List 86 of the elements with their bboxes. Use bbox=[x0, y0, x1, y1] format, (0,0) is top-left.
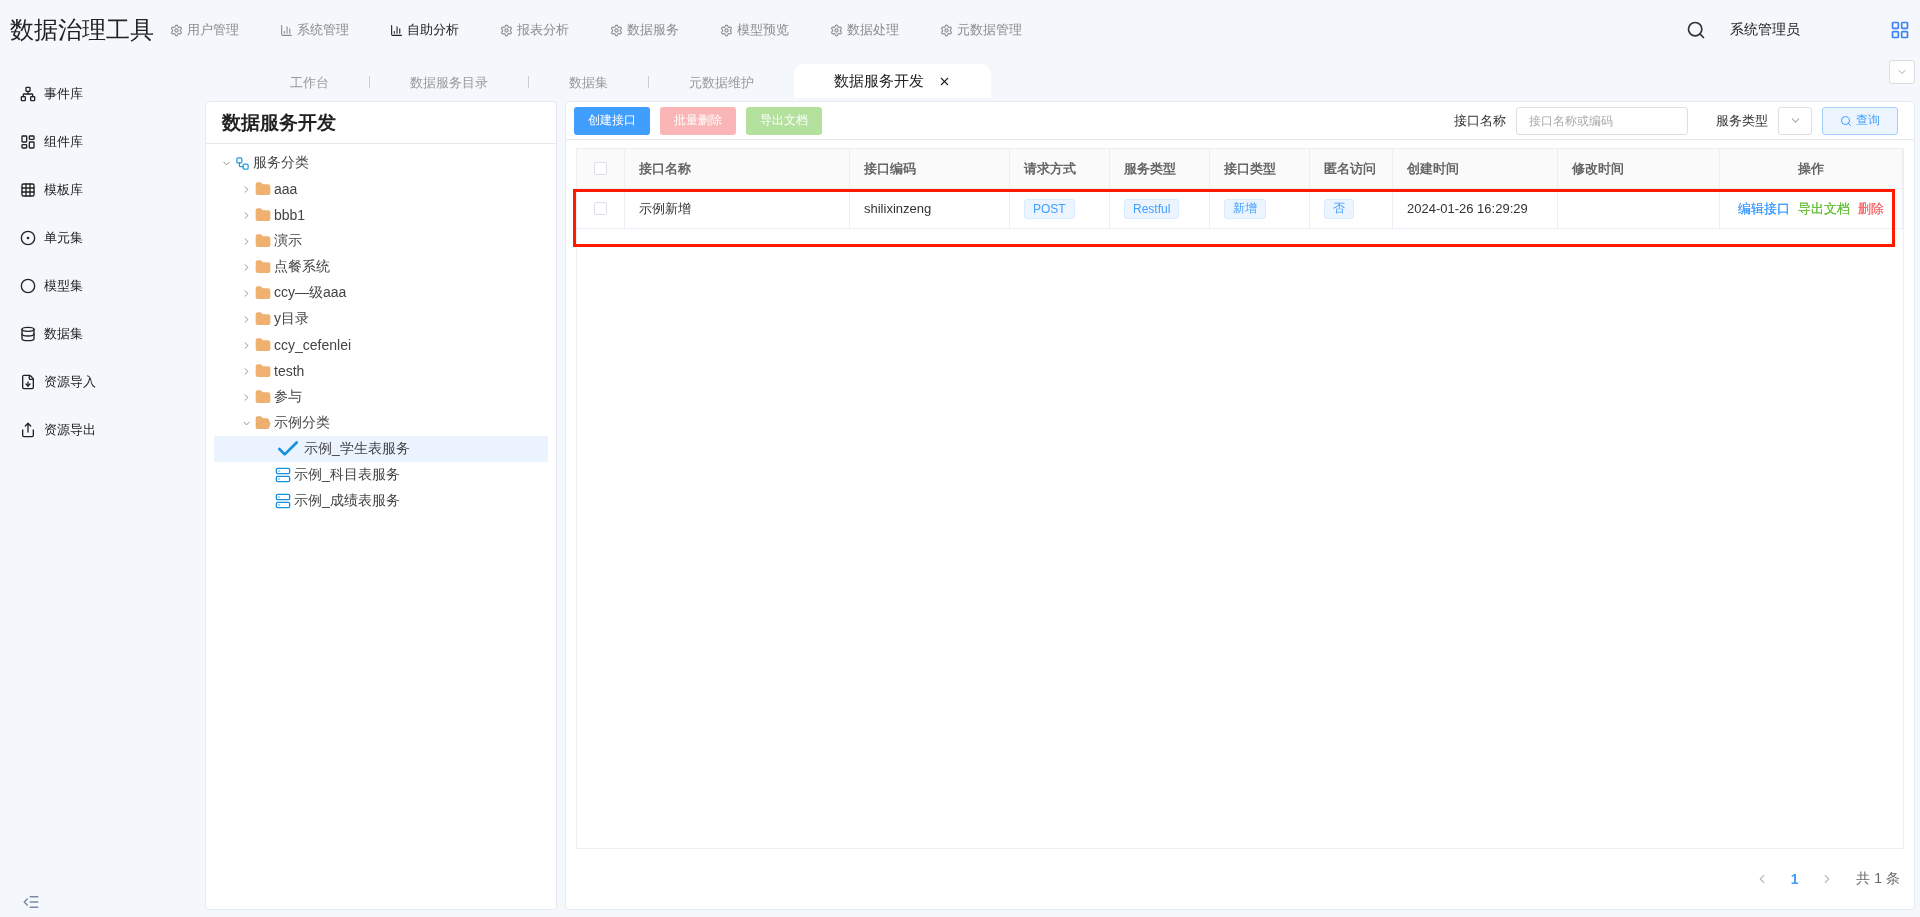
sidebar-item-icon bbox=[20, 422, 36, 438]
bar-chart-icon bbox=[280, 23, 293, 37]
tab[interactable]: 数据服务开发 bbox=[794, 64, 991, 98]
type-select[interactable] bbox=[1778, 106, 1812, 135]
sidebar-item[interactable]: 事件库 bbox=[20, 70, 200, 118]
sidebar-item[interactable]: 资源导入 bbox=[20, 358, 200, 406]
sidebar-item-icon bbox=[20, 374, 36, 390]
sidebar-item-icon bbox=[20, 86, 36, 102]
tree-item[interactable]: 点餐系统 bbox=[214, 254, 548, 280]
tag: POST bbox=[1024, 198, 1075, 219]
row-checkbox[interactable] bbox=[594, 202, 607, 215]
tree-item[interactable]: ccy_cefenlei bbox=[214, 332, 548, 358]
tree-item[interactable]: bbb1 bbox=[214, 202, 548, 228]
folder-icon bbox=[255, 311, 271, 327]
collapse-menu-icon[interactable] bbox=[22, 893, 40, 911]
header-cell: 请求方式 bbox=[1010, 149, 1110, 189]
gear-icon bbox=[500, 23, 513, 37]
tree-item[interactable]: 演示 bbox=[214, 228, 548, 254]
sidebar-item[interactable]: 资源导出 bbox=[20, 406, 200, 454]
sidebar-item[interactable]: 组件库 bbox=[20, 118, 200, 166]
header-cell: 修改时间 bbox=[1558, 149, 1720, 189]
table-cell: shilixinzeng bbox=[850, 189, 1010, 229]
tree-item[interactable]: aaa bbox=[214, 176, 548, 202]
gear-icon bbox=[720, 23, 733, 37]
table-cell: 2024-01-26 16:29:29 bbox=[1393, 189, 1558, 229]
tree-item[interactable]: ccy—级aaa bbox=[214, 280, 548, 306]
server-icon bbox=[275, 467, 291, 483]
gear-icon bbox=[830, 23, 843, 37]
tree-item[interactable]: 示例_成绩表服务 bbox=[214, 488, 548, 514]
bar-chart-icon bbox=[390, 23, 403, 37]
sidebar-item-icon bbox=[20, 278, 36, 294]
folder-icon bbox=[255, 337, 271, 353]
action-link[interactable]: 编辑接口 bbox=[1738, 199, 1790, 218]
action-link[interactable]: 删除 bbox=[1858, 199, 1884, 218]
sidebar-item[interactable]: 数据集 bbox=[20, 310, 200, 358]
user-name[interactable]: 系统管理员 bbox=[1730, 21, 1800, 39]
tree-item[interactable]: 参与 bbox=[214, 384, 548, 410]
sidebar-item-icon bbox=[20, 182, 36, 198]
tree-item[interactable]: 示例_科目表服务 bbox=[214, 462, 548, 488]
folder-icon bbox=[255, 233, 271, 249]
search-icon bbox=[1840, 114, 1852, 127]
folder-icon bbox=[255, 259, 271, 275]
sidebar-item-icon bbox=[20, 134, 36, 150]
sidebar-item[interactable]: 模型集 bbox=[20, 262, 200, 310]
sidebar-item-icon bbox=[20, 326, 36, 342]
tree-item[interactable]: y目录 bbox=[214, 306, 548, 332]
gear-icon bbox=[170, 23, 183, 37]
header-cell: 创建时间 bbox=[1393, 149, 1558, 189]
field-label: 接口名称 bbox=[1454, 111, 1506, 130]
field-label: 服务类型 bbox=[1716, 111, 1768, 130]
hierarchy-icon bbox=[235, 155, 250, 171]
app-title: 数据治理工具 bbox=[10, 15, 155, 45]
search-icon[interactable] bbox=[1686, 20, 1706, 40]
tree-item[interactable]: testh bbox=[214, 358, 548, 384]
tree-item[interactable]: 示例分类 bbox=[214, 410, 548, 436]
header-cell: 操作 bbox=[1720, 149, 1903, 189]
tag: 新增 bbox=[1224, 198, 1266, 219]
search-field[interactable]: 接口名称或编码 bbox=[1516, 106, 1688, 135]
folder-icon bbox=[255, 207, 271, 223]
apps-grid-icon[interactable] bbox=[1890, 20, 1910, 40]
tree-item[interactable]: 服务分类 bbox=[214, 150, 548, 176]
folder-icon bbox=[255, 415, 271, 431]
header-cell: 服务类型 bbox=[1110, 149, 1210, 189]
table-cell: 示例新增 bbox=[625, 189, 850, 229]
folder-icon bbox=[255, 389, 271, 405]
header-cell: 接口名称 bbox=[625, 149, 850, 189]
tabs-menu-button[interactable] bbox=[1889, 60, 1915, 84]
tree-item[interactable]: 示例_学生表服务 bbox=[214, 436, 548, 462]
folder-icon bbox=[255, 363, 271, 379]
tag: Restful bbox=[1124, 198, 1180, 219]
sidebar-item[interactable]: 单元集 bbox=[20, 214, 200, 262]
sidebar-item[interactable]: 模板库 bbox=[20, 166, 200, 214]
sidebar-item-icon bbox=[20, 230, 36, 246]
folder-icon bbox=[255, 181, 271, 197]
panel-title: 数据服务开发 bbox=[206, 102, 556, 144]
header-cell: 接口类型 bbox=[1210, 149, 1310, 189]
total-count: 共 1 条 bbox=[1856, 870, 1900, 888]
gear-icon bbox=[940, 23, 953, 37]
gear-icon bbox=[610, 23, 623, 37]
header-cell: 接口编码 bbox=[850, 149, 1010, 189]
select-all-checkbox[interactable] bbox=[594, 162, 607, 175]
nav-item[interactable]: 自助分析 bbox=[390, 21, 492, 39]
folder-icon bbox=[255, 285, 271, 301]
header-cell: 匿名访问 bbox=[1310, 149, 1393, 189]
server-icon bbox=[275, 493, 291, 509]
tag: 否 bbox=[1324, 198, 1354, 219]
